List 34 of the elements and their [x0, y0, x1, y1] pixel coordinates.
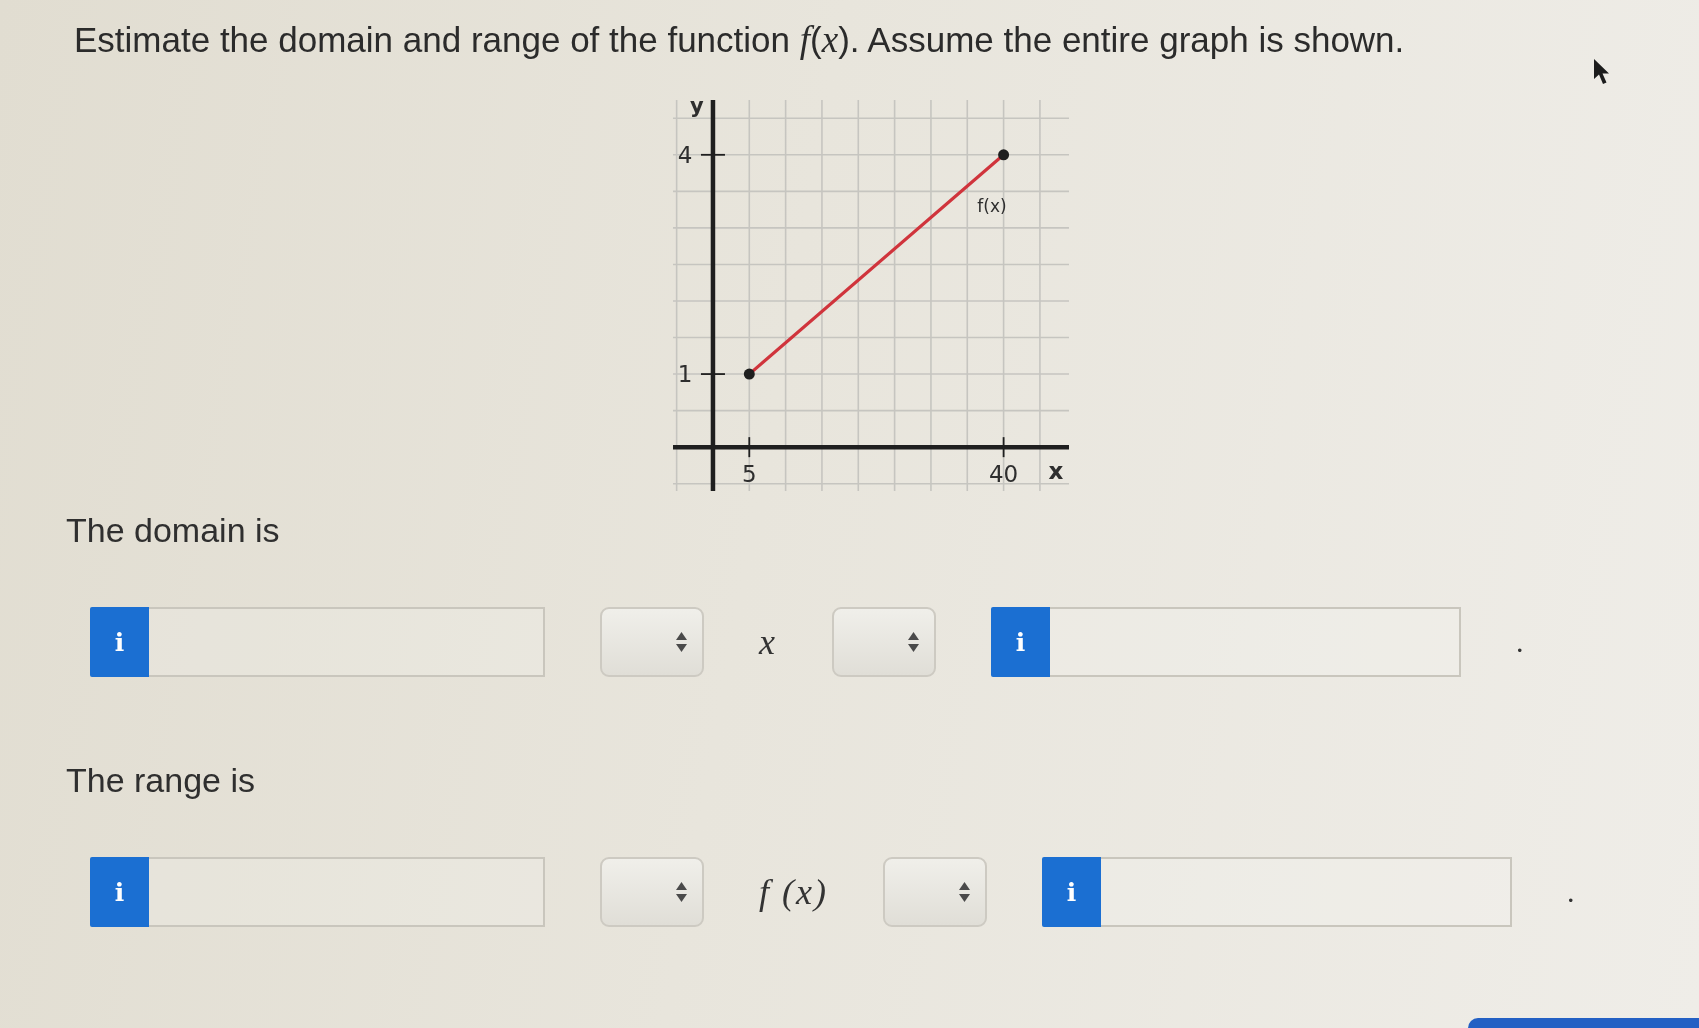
- answer-input[interactable]: [1100, 857, 1512, 927]
- info-button[interactable]: i: [90, 607, 149, 677]
- pointer-icon: [1593, 58, 1610, 85]
- dropdown[interactable]: [882, 857, 987, 927]
- info-button[interactable]: i: [1041, 857, 1101, 927]
- up-down-caret-icon: [676, 632, 687, 652]
- dropdown[interactable]: [832, 607, 936, 677]
- tick-label: 40: [988, 461, 1019, 488]
- dropdown[interactable]: [600, 857, 704, 927]
- axis-label: x: [1048, 458, 1064, 485]
- math-expression: f (x): [759, 871, 828, 913]
- tick-label: 1: [677, 361, 693, 388]
- info-button[interactable]: i: [991, 607, 1050, 677]
- cut-off-button[interactable]: [1468, 1018, 1699, 1028]
- prompt-text: The domain is: [66, 510, 280, 550]
- curve-label: f(x): [977, 195, 1007, 216]
- up-down-caret-icon: [676, 882, 687, 902]
- answer-input[interactable]: [149, 607, 545, 677]
- up-down-caret-icon: [958, 882, 970, 902]
- up-down-caret-icon: [908, 632, 919, 652]
- period-text: .: [1566, 875, 1575, 909]
- point-marker: [998, 149, 1010, 161]
- tick-label: 5: [741, 461, 757, 488]
- math-expression: x: [759, 621, 777, 663]
- answer-input[interactable]: [1050, 607, 1461, 677]
- prompt-text: The range is: [66, 760, 255, 800]
- point-marker: [743, 368, 755, 380]
- question-text: Estimate the domain and range of the function f(x). Assume the entire graph is shown.: [74, 20, 1405, 59]
- tick-label: 4: [677, 141, 693, 168]
- info-button[interactable]: i: [90, 857, 149, 927]
- period-text: .: [1516, 625, 1524, 659]
- axis-label: y: [690, 94, 704, 118]
- dropdown[interactable]: [600, 607, 704, 677]
- answer-input[interactable]: [149, 857, 545, 927]
